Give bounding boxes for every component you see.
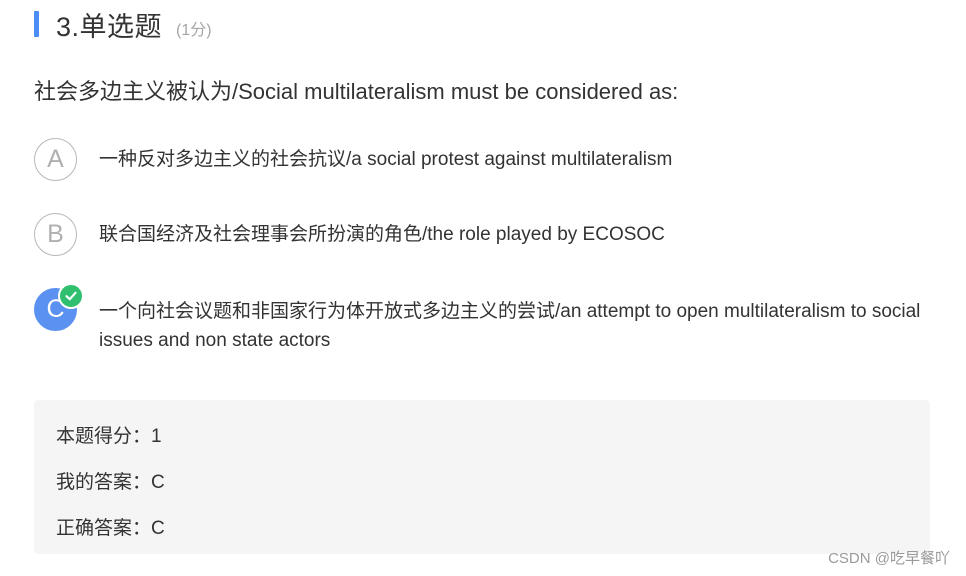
question-header: 3.单选题 (1分) [34,6,212,42]
option-c-text: 一个向社会议题和非国家行为体开放式多边主义的尝试/an attempt to o… [99,301,921,351]
correct-answer: 正确答案：C [56,518,165,539]
option-a-letter[interactable]: A [34,138,77,181]
option-c[interactable]: C 一个向社会议题和非国家行为体开放式多边主义的尝试/an attempt to… [34,283,929,355]
watermark: CSDN @吃早餐吖 [828,550,950,567]
check-icon [58,283,84,309]
check-glyph [65,291,77,301]
option-b-letter[interactable]: B [34,213,77,256]
question-accent-bar [34,11,39,37]
my-answer: 我的答案：C [56,472,165,493]
score-result: 本题得分：1 [56,426,162,447]
option-b-text: 联合国经济及社会理事会所扮演的角色/the role played by ECO… [99,224,665,245]
option-b[interactable]: B 联合国经济及社会理事会所扮演的角色/the role played by E… [34,213,929,256]
option-c-selected[interactable]: C [34,283,84,331]
question-title: 3.单选题 [56,11,163,42]
result-panel: 本题得分：1 我的答案：C 正确答案：C [34,400,930,554]
question-score: (1分) [176,22,212,39]
option-a[interactable]: A 一种反对多边主义的社会抗议/a social protest against… [34,138,929,181]
option-a-text: 一种反对多边主义的社会抗议/a social protest against m… [99,149,673,170]
question-stem: 社会多边主义被认为/Social multilateralism must be… [34,79,679,104]
